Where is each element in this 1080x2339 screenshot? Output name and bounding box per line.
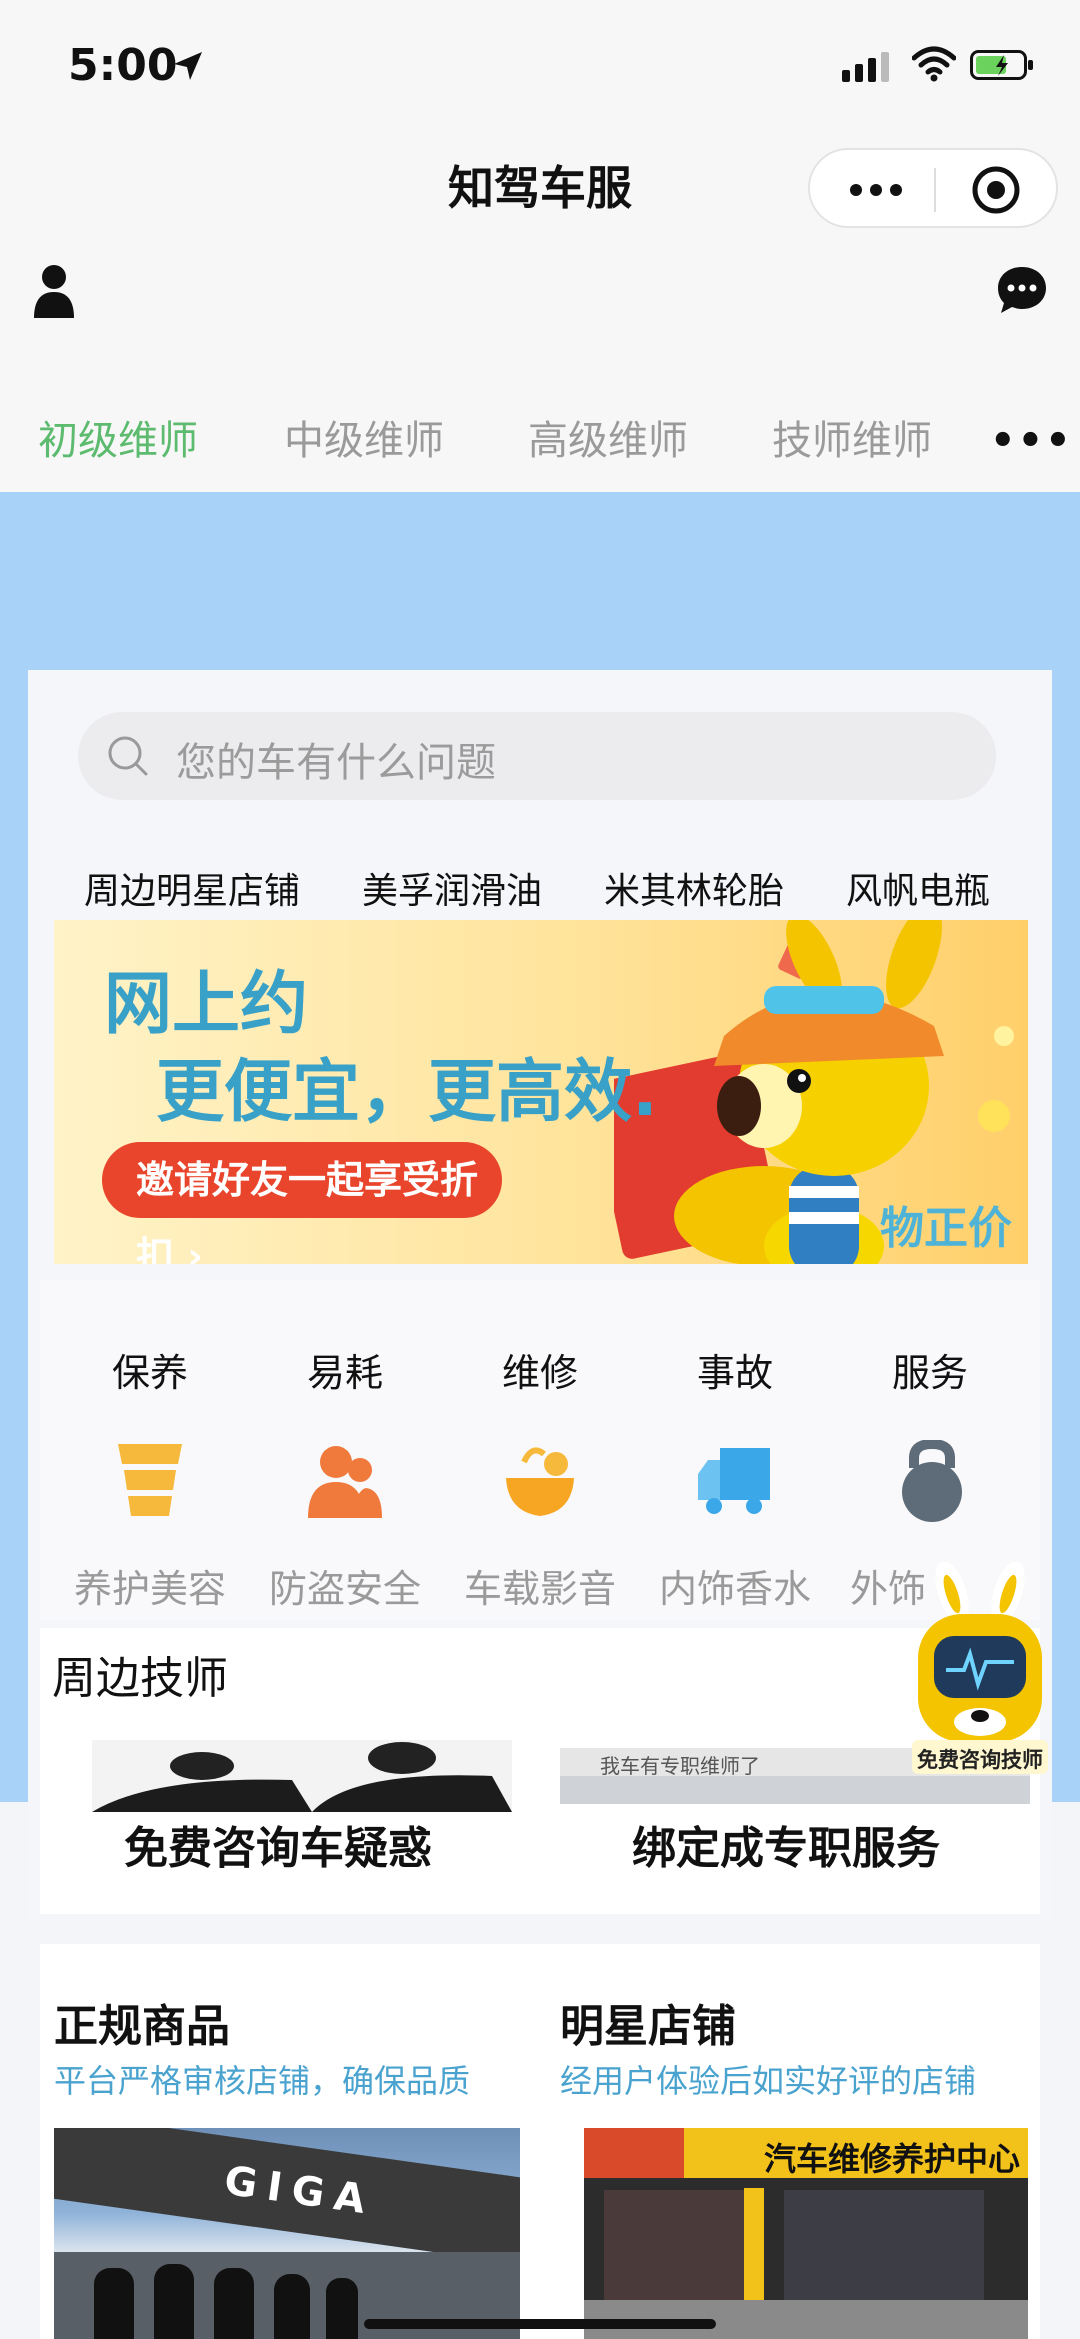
banner-line-1: 网上约 <box>104 965 309 1044</box>
home-indicator <box>364 2319 716 2329</box>
user-icon[interactable] <box>32 264 76 318</box>
section-title-nearby-techs: 周边技师 <box>52 1653 228 1704</box>
star-shop-photo[interactable]: 汽车维修养护中心 <box>584 2128 1028 2339</box>
category-repair[interactable]: 维修 <box>442 1342 638 1397</box>
people-icon[interactable] <box>304 1440 384 1524</box>
tab-technician[interactable]: 技师维师 <box>772 408 932 466</box>
banner-invite-button[interactable]: 邀请好友一起享受折扣 › <box>102 1142 502 1264</box>
tab-intermediate[interactable]: 中级维师 <box>284 408 444 466</box>
more-menu-icon[interactable] <box>850 184 902 196</box>
wifi-icon <box>912 46 956 82</box>
hot-link-battery[interactable]: 风帆电瓶 <box>846 862 990 914</box>
location-arrow-icon <box>174 52 202 80</box>
truck-icon[interactable] <box>694 1440 774 1524</box>
category-service[interactable]: 服务 <box>832 1342 1028 1397</box>
banner-line-2: 更便宜，更高效. <box>156 1053 658 1132</box>
tab-senior[interactable]: 高级维师 <box>528 408 688 466</box>
tab-junior[interactable]: 初级维师 <box>38 408 198 466</box>
star-shops-subtitle: 经用户体验后如实好评的店铺 <box>560 2062 977 2100</box>
regular-goods-photo[interactable]: GIGA <box>54 2128 520 2339</box>
tab-more-button[interactable]: ••• <box>990 418 1073 464</box>
hot-link-michelin-tires[interactable]: 米其林轮胎 <box>604 862 784 914</box>
kettlebell-icon[interactable] <box>892 1440 972 1524</box>
star-shops-title: 明星店铺 <box>560 2001 736 2052</box>
category-consumables[interactable]: 易耗 <box>247 1342 443 1397</box>
banner-corner-text: 物正价廉 <box>880 1203 1012 1254</box>
sub-category-security[interactable]: 防盗安全 <box>247 1558 443 1613</box>
regular-goods-title: 正规商品 <box>54 2001 230 2052</box>
bowl-icon[interactable] <box>500 1440 580 1524</box>
category-maintenance[interactable]: 保养 <box>52 1342 248 1397</box>
shop-sign-text: 汽车维修养护中心 <box>764 2140 1021 2178</box>
close-target-icon[interactable] <box>970 164 1022 216</box>
hot-link-mobil-oil[interactable]: 美孚润滑油 <box>362 862 542 914</box>
sub-category-interior[interactable]: 内饰香水 <box>637 1558 833 1613</box>
hot-link-star-shops[interactable]: 周边明星店铺 <box>84 862 300 914</box>
category-accident[interactable]: 事故 <box>637 1342 833 1397</box>
battery-icon <box>970 50 1033 80</box>
sub-category-care[interactable]: 养护美容 <box>52 1558 248 1613</box>
capsule-divider <box>934 168 936 212</box>
signal-icon <box>842 52 889 82</box>
header-row <box>0 250 1080 380</box>
free-consult-caption[interactable]: 免费咨询车疑惑 <box>124 1812 432 1876</box>
chat-icon[interactable] <box>996 264 1048 316</box>
consult-robot-button[interactable]: 免费咨询技师 <box>912 1561 1048 1776</box>
regular-goods-subtitle: 平台严格审核店铺，确保品质 <box>54 2062 471 2100</box>
status-time: 5:00 <box>68 40 178 91</box>
promo-banner[interactable]: 网上约 更便宜，更高效. 邀请好友一起享受折扣 › 物正价廉 <box>54 920 1028 1264</box>
stack-icon[interactable] <box>110 1440 190 1524</box>
dedicated-service-caption[interactable]: 绑定成专职服务 <box>632 1812 940 1876</box>
mini-program-capsule <box>808 148 1058 228</box>
technician-photo[interactable] <box>92 1740 512 1812</box>
dedicated-tech-photo-text: 我车有专职维师了 <box>600 1754 760 1778</box>
search-placeholder: 您的车有什么问题 <box>176 740 496 786</box>
search-icon <box>108 736 148 776</box>
sub-category-audio[interactable]: 车载影音 <box>442 1558 638 1613</box>
robot-label: 免费咨询技师 <box>917 1748 1043 1772</box>
